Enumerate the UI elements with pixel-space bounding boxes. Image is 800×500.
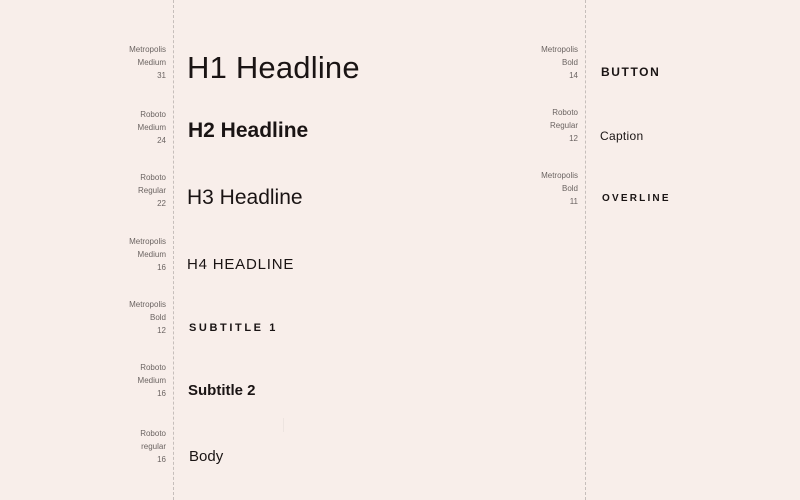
overline-spec: Metropolis Bold 11	[518, 169, 578, 208]
caption-font-family: Roboto	[552, 108, 578, 117]
h4-font-size: 16	[157, 263, 166, 272]
caption-spec: Roboto Regular 12	[518, 106, 578, 145]
button-font-size: 14	[569, 71, 578, 80]
h3-font-family: Roboto	[140, 173, 166, 182]
subtitle1-font-weight: Bold	[149, 313, 166, 322]
caption-font-size: 12	[569, 134, 578, 143]
h2-font-size: 24	[157, 136, 166, 145]
h3-font-size: 22	[157, 199, 166, 208]
h4-sample: H4 HEADLINE	[187, 256, 295, 273]
h2-sample: H2 Headline	[188, 119, 309, 142]
body-spec: Roboto regular 16	[106, 427, 166, 466]
h3-sample: H3 Headline	[187, 186, 303, 209]
h1-font-size: 31	[157, 71, 166, 80]
h1-sample: H1 Headline	[187, 50, 360, 85]
subtitle1-font-size: 12	[157, 326, 166, 335]
h2-font-weight: Medium	[137, 123, 166, 132]
right-guide-line	[585, 0, 586, 500]
h1-spec: Metropolis Medium 31	[106, 43, 166, 82]
button-spec: Metropolis Bold 14	[518, 43, 578, 82]
button-sample: BUTTON	[601, 65, 661, 79]
h4-spec: Metropolis Medium 16	[106, 235, 166, 274]
faint-marker	[283, 418, 284, 432]
body-sample: Body	[189, 448, 224, 465]
h3-font-weight: Regular	[137, 186, 166, 195]
subtitle1-sample: SUBTITLE 1	[189, 322, 278, 334]
subtitle2-sample: Subtitle 2	[188, 382, 256, 399]
h3-spec: Roboto Regular 22	[106, 171, 166, 210]
body-font-size: 16	[157, 455, 166, 464]
overline-font-family: Metropolis	[541, 171, 578, 180]
h1-font-weight: Medium	[137, 58, 166, 67]
subtitle2-font-weight: Medium	[137, 376, 166, 385]
overline-font-size: 11	[569, 197, 578, 206]
h2-font-family: Roboto	[140, 110, 166, 119]
h1-font-family: Metropolis	[129, 45, 166, 54]
body-font-family: Roboto	[140, 429, 166, 438]
subtitle1-font-family: Metropolis	[129, 300, 166, 309]
subtitle2-font-size: 16	[157, 389, 166, 398]
subtitle2-spec: Roboto Medium 16	[106, 361, 166, 400]
subtitle1-spec: Metropolis Bold 12	[106, 298, 166, 337]
subtitle2-font-family: Roboto	[140, 363, 166, 372]
left-guide-line	[173, 0, 174, 500]
overline-font-weight: Bold	[561, 184, 578, 193]
caption-font-weight: Regular	[549, 121, 578, 130]
caption-sample: Caption	[600, 129, 644, 143]
body-font-weight: regular	[141, 442, 166, 451]
overline-sample: OVERLINE	[602, 193, 671, 204]
button-font-weight: Bold	[561, 58, 578, 67]
h2-spec: Roboto Medium 24	[106, 108, 166, 147]
h4-font-family: Metropolis	[129, 237, 166, 246]
h4-font-weight: Medium	[137, 250, 166, 259]
button-font-family: Metropolis	[541, 45, 578, 54]
